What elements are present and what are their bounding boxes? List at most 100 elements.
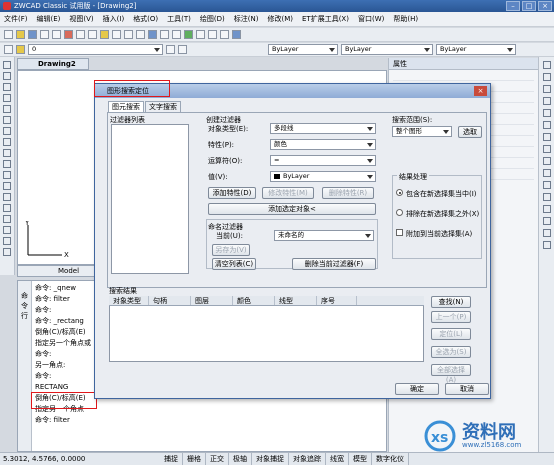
grid-toggle[interactable]: 栅格 <box>183 453 206 465</box>
scale-icon[interactable] <box>542 145 551 153</box>
stretch-icon[interactable] <box>542 157 551 165</box>
line-icon[interactable] <box>3 61 11 69</box>
trim-icon[interactable] <box>542 169 551 177</box>
menu-et-tools[interactable]: ET扩展工具(X) <box>302 14 349 24</box>
rotate-icon[interactable] <box>542 133 551 141</box>
add-property-button[interactable]: 添加特性(D) <box>208 187 256 199</box>
paste-icon[interactable] <box>88 30 97 39</box>
append-checkbox[interactable] <box>396 229 403 236</box>
offset-icon[interactable] <box>542 97 551 105</box>
modify-property-button[interactable]: 修改特性(M) <box>262 187 314 199</box>
join-icon[interactable] <box>542 205 551 213</box>
property-combo[interactable]: 颜色 <box>270 139 376 150</box>
ray-icon[interactable] <box>3 72 11 80</box>
drawing-tab[interactable]: Drawing2 <box>17 58 89 70</box>
extend-icon[interactable] <box>542 181 551 189</box>
snap-toggle[interactable]: 捕捉 <box>160 453 183 465</box>
maximize-icon[interactable]: □ <box>522 1 536 11</box>
polyline-icon[interactable] <box>3 83 11 91</box>
array-icon[interactable] <box>542 109 551 117</box>
layer-combo[interactable]: 0 <box>28 44 163 55</box>
cancel-button[interactable]: 取消 <box>445 383 489 395</box>
arc-icon[interactable] <box>3 116 11 124</box>
otrack-toggle[interactable]: 对象追踪 <box>289 453 326 465</box>
zoom-icon[interactable] <box>148 30 157 39</box>
menu-dimension[interactable]: 标注(N) <box>234 14 259 24</box>
tool-palette-icon[interactable] <box>208 30 217 39</box>
select-all-button[interactable]: 全部选择(A) <box>431 364 471 384</box>
current-filter-combo[interactable]: 未命名的 <box>274 230 374 241</box>
polar-toggle[interactable]: 极轴 <box>229 453 252 465</box>
tablet-toggle[interactable]: 数字化仪 <box>372 453 409 465</box>
new-icon[interactable] <box>4 30 13 39</box>
menu-window[interactable]: 窗口(W) <box>358 14 384 24</box>
preview-icon[interactable] <box>52 30 61 39</box>
break-icon[interactable] <box>542 193 551 201</box>
col-color[interactable]: 颜色 <box>233 296 275 305</box>
select-range-button[interactable]: 选取 <box>458 126 482 138</box>
operator-combo[interactable]: = <box>270 155 376 166</box>
model-toggle[interactable]: 模型 <box>349 453 372 465</box>
help-icon[interactable] <box>232 30 241 39</box>
copy-icon[interactable] <box>76 30 85 39</box>
cut-icon[interactable] <box>64 30 73 39</box>
include-radio[interactable] <box>396 189 403 196</box>
calculator-icon[interactable] <box>220 30 229 39</box>
design-center-icon[interactable] <box>196 30 205 39</box>
ellipse-arc-icon[interactable] <box>3 171 11 179</box>
menu-modify[interactable]: 修改(M) <box>267 14 293 24</box>
add-selected-button[interactable]: 添加选定对象< <box>208 203 376 215</box>
spline-icon[interactable] <box>3 149 11 157</box>
close-icon[interactable]: × <box>538 1 552 11</box>
fillet-icon[interactable] <box>542 229 551 237</box>
make-current-icon[interactable] <box>166 45 175 54</box>
undo-icon[interactable] <box>112 30 121 39</box>
select-as-button[interactable]: 全选为(S) <box>431 346 471 358</box>
linetype-combo[interactable]: ByLayer <box>341 44 433 55</box>
tab-entity-search[interactable]: 图元搜索 <box>108 101 144 112</box>
lineweight-combo[interactable]: ByLayer <box>436 44 516 55</box>
ok-button[interactable]: 确定 <box>395 383 439 395</box>
find-button[interactable]: 查找(N) <box>431 296 471 308</box>
hatch-icon[interactable] <box>3 215 11 223</box>
copy-object-icon[interactable] <box>542 73 551 81</box>
previous-button[interactable]: 上一个(P) <box>431 311 471 323</box>
zoom-window-icon[interactable] <box>160 30 169 39</box>
search-range-combo[interactable]: 整个图形 <box>392 126 452 137</box>
minimize-icon[interactable]: – <box>506 1 520 11</box>
tab-model[interactable]: Model <box>58 267 79 275</box>
move-icon[interactable] <box>542 121 551 129</box>
match-icon[interactable] <box>100 30 109 39</box>
menu-view[interactable]: 视图(V) <box>69 14 93 24</box>
chamfer-icon[interactable] <box>542 217 551 225</box>
point-icon[interactable] <box>3 204 11 212</box>
save-as-button[interactable]: 另存为(V) <box>212 244 250 256</box>
cloud-icon[interactable] <box>3 138 11 146</box>
table-icon[interactable] <box>3 237 11 245</box>
object-type-combo[interactable]: 多段线 <box>270 123 376 134</box>
tab-text-search[interactable]: 文字搜索 <box>145 101 181 112</box>
menu-help[interactable]: 帮助(H) <box>393 14 418 24</box>
dialog-close-icon[interactable]: × <box>474 86 487 96</box>
mtext-icon[interactable] <box>3 248 11 256</box>
circle-icon[interactable] <box>3 127 11 135</box>
print-icon[interactable] <box>40 30 49 39</box>
col-linetype[interactable]: 线型 <box>275 296 317 305</box>
menu-format[interactable]: 格式(O) <box>133 14 158 24</box>
menu-file[interactable]: 文件(F) <box>4 14 28 24</box>
polygon-icon[interactable] <box>3 94 11 102</box>
menu-insert[interactable]: 插入(I) <box>103 14 125 24</box>
lightbulb-icon[interactable] <box>16 45 25 54</box>
menu-edit[interactable]: 编辑(E) <box>37 14 61 24</box>
menu-tools[interactable]: 工具(T) <box>167 14 191 24</box>
properties-icon[interactable] <box>184 30 193 39</box>
mirror-icon[interactable] <box>542 85 551 93</box>
open-icon[interactable] <box>16 30 25 39</box>
lineweight-toggle[interactable]: 线宽 <box>326 453 349 465</box>
erase-icon[interactable] <box>542 61 551 69</box>
layer-manager-icon[interactable] <box>4 45 13 54</box>
zoom-previous-icon[interactable] <box>172 30 181 39</box>
rectangle-icon[interactable] <box>3 105 11 113</box>
region-icon[interactable] <box>3 226 11 234</box>
filter-list[interactable] <box>111 124 189 274</box>
